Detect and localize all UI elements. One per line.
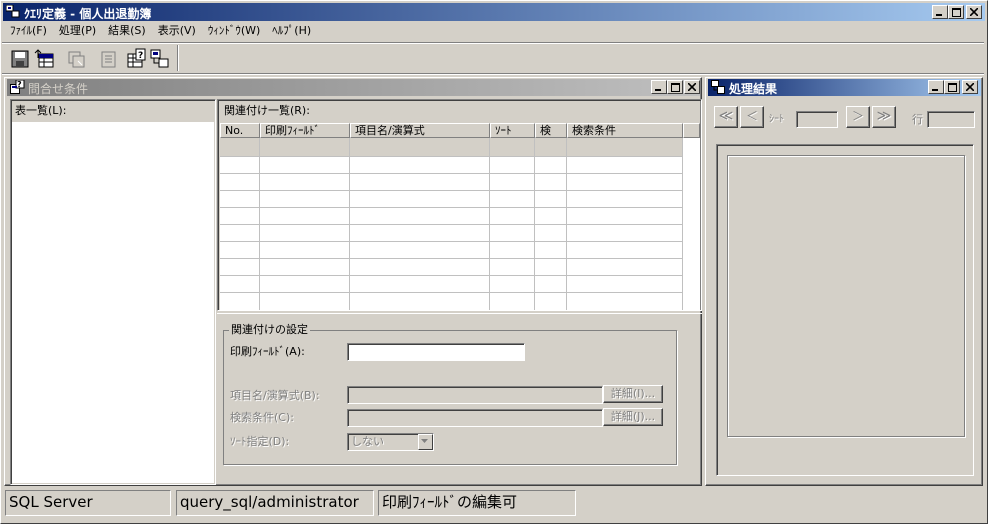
query-button[interactable] <box>65 48 87 70</box>
relation-grid[interactable]: No. 印刷ﾌｨｰﾙﾄﾞ 項目名/演算式 ｿｰﾄ 検 検索条件 <box>220 123 700 310</box>
row-label: 行 <box>912 113 923 126</box>
app-titlebar[interactable]: ｸｴﾘ定義 - 個人出退勤簿 <box>3 3 985 21</box>
result-window-icon <box>711 80 726 97</box>
help-button[interactable]: ? <box>125 48 147 70</box>
col-header-search-condition[interactable]: 検索条件 <box>567 123 683 138</box>
sort-select-value: しない <box>351 435 384 448</box>
table-list-label: 表一覧(L): <box>15 104 67 117</box>
item-label: 項目名/演算式(B): <box>230 389 320 402</box>
result-window-title: 処理結果 <box>729 82 778 96</box>
row-number-field[interactable] <box>927 111 975 128</box>
next-sheet-button[interactable]: ＞ <box>846 106 870 128</box>
add-table-icon <box>34 49 54 68</box>
settings-group-label: 関連付けの設定 <box>229 323 310 337</box>
query-window-icon: ? <box>10 79 25 97</box>
menu-window[interactable]: ｳｨﾝﾄﾞｳ(W) <box>202 22 266 40</box>
menu-process[interactable]: 処理(P) <box>53 22 102 40</box>
relation-list-label: 関連付け一覧(R): <box>224 104 310 117</box>
last-sheet-button[interactable]: ≫ <box>872 106 896 128</box>
query-icon <box>68 51 85 68</box>
query-close-button[interactable] <box>684 80 700 94</box>
grid-lines <box>220 138 683 310</box>
col-header-item[interactable]: 項目名/演算式 <box>350 123 490 138</box>
table-list-box[interactable] <box>12 122 214 483</box>
result-display-area <box>727 155 965 437</box>
sheet-number-field[interactable] <box>796 111 838 128</box>
query-maximize-button[interactable] <box>667 80 683 94</box>
status-connection: query_sql/administrator <box>176 490 374 516</box>
save-icon <box>11 50 29 68</box>
maximize-button[interactable] <box>948 5 964 19</box>
status-server: SQL Server <box>5 490 171 516</box>
menu-result[interactable]: 結果(S) <box>102 22 152 40</box>
result-close-button[interactable] <box>962 80 978 94</box>
menu-file[interactable]: ﾌｧｲﾙ(F) <box>4 22 53 40</box>
sort-select[interactable]: しない <box>347 433 434 451</box>
sort-label: ｿｰﾄ指定(D): <box>230 435 290 448</box>
col-header-sort[interactable]: ｿｰﾄ <box>490 123 535 138</box>
help-icon: ? <box>127 48 146 68</box>
search-label: 検索条件(C): <box>230 411 294 424</box>
menu-view[interactable]: 表示(V) <box>152 22 202 40</box>
item-input <box>347 386 603 404</box>
sort-dropdown-button[interactable] <box>418 434 433 450</box>
col-header-filler <box>683 123 700 138</box>
sheet-label: ｼｰﾄ <box>769 114 784 125</box>
col-header-no[interactable]: No. <box>220 123 260 138</box>
svg-text:?: ? <box>138 51 143 61</box>
prev-sheet-button[interactable]: ＜ <box>740 106 764 128</box>
app-title: ｸｴﾘ定義 - 個人出退勤簿 <box>24 7 152 21</box>
toolbar-separator <box>177 45 179 71</box>
result-minimize-button[interactable] <box>928 80 944 94</box>
menu-bar: ﾌｧｲﾙ(F) 処理(P) 結果(S) 表示(V) ｳｨﾝﾄﾞｳ(W) ﾍﾙﾌﾟ(H) <box>4 22 984 40</box>
query-window-title: 問合せ条件 <box>28 82 89 96</box>
status-message: 印刷ﾌｨｰﾙﾄﾞの編集可 <box>378 490 576 516</box>
result-window-titlebar[interactable]: 処理結果 <box>708 79 981 96</box>
save-button[interactable] <box>9 48 31 70</box>
print-field-input[interactable] <box>347 343 525 361</box>
page-icon <box>101 51 116 68</box>
col-header-search-flag[interactable]: 検 <box>535 123 567 138</box>
add-table-button[interactable] <box>33 48 55 70</box>
menu-help[interactable]: ﾍﾙﾌﾟ(H) <box>266 22 317 40</box>
first-sheet-button[interactable]: ≪ <box>714 106 738 128</box>
app-icon <box>5 4 20 18</box>
page-button[interactable] <box>97 48 119 70</box>
print-field-label: 印刷ﾌｨｰﾙﾄﾞ(A): <box>230 345 305 358</box>
query-minimize-button[interactable] <box>651 80 667 94</box>
query-run-button[interactable] <box>149 48 171 70</box>
search-input <box>347 409 603 427</box>
minimize-button[interactable] <box>932 5 948 19</box>
search-detail-button[interactable]: 詳細(J)... <box>603 408 663 426</box>
query-run-icon <box>150 49 169 68</box>
close-button[interactable] <box>966 5 982 19</box>
toolbar-divider <box>2 42 984 44</box>
result-maximize-button[interactable] <box>944 80 960 94</box>
col-header-print-field[interactable]: 印刷ﾌｨｰﾙﾄﾞ <box>260 123 350 138</box>
svg-text:?: ? <box>17 80 22 89</box>
item-detail-button[interactable]: 詳細(I)... <box>603 385 663 403</box>
query-window-titlebar[interactable]: ? 問合せ条件 <box>7 79 700 96</box>
